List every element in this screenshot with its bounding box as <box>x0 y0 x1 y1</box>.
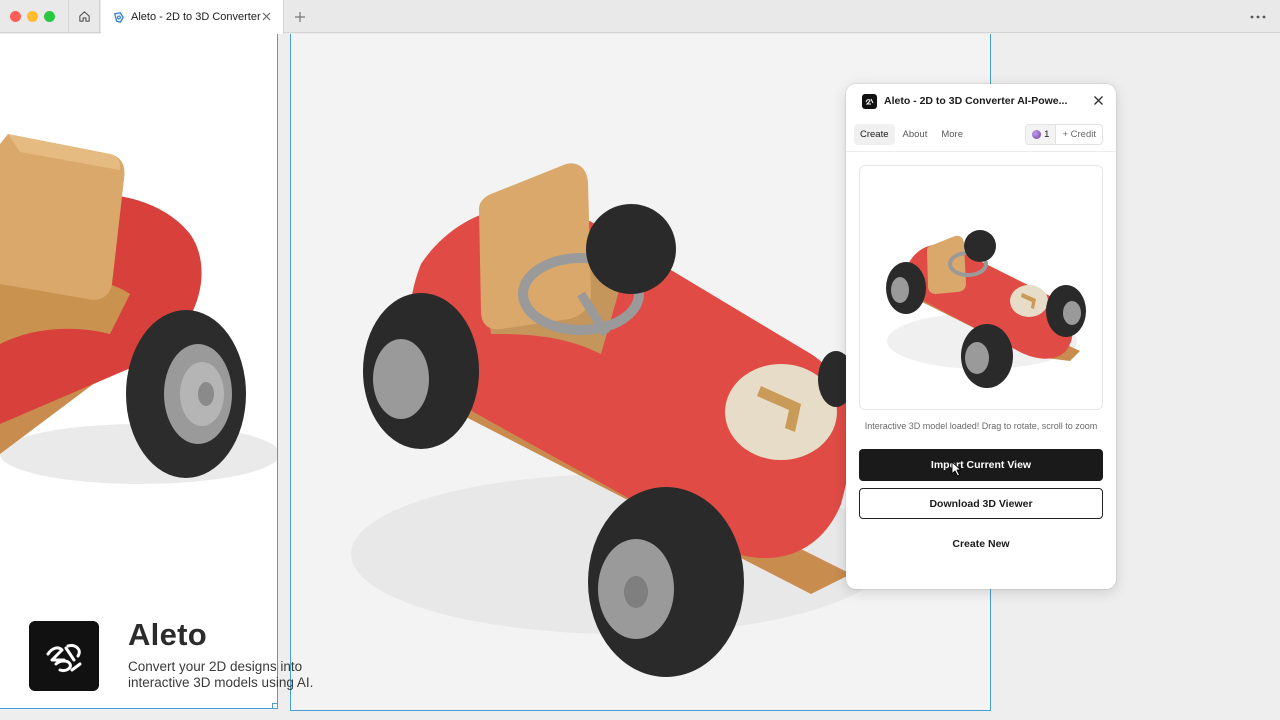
brand-name: Aleto <box>128 617 207 652</box>
race-car-3d-model <box>886 230 1086 388</box>
panel-tabs: Create About More <box>854 124 969 145</box>
download-3d-viewer-button[interactable]: Download 3D Viewer <box>859 488 1103 519</box>
plugin-panel: Aleto - 2D to 3D Converter AI-Powe... Cr… <box>846 84 1116 589</box>
plus-icon[interactable] <box>292 9 308 25</box>
minimize-window-button[interactable] <box>27 11 38 22</box>
more-menu-button[interactable] <box>1248 9 1268 25</box>
credit-orb-icon <box>1032 130 1042 139</box>
browser-tab[interactable]: Aleto - 2D to 3D Converter <box>101 0 284 34</box>
status-message: Interactive 3D model loaded! Drag to rot… <box>864 421 1098 431</box>
brand-tagline: Convert your 2D designs into interactive… <box>128 659 314 690</box>
brand-logo <box>29 621 99 691</box>
maximize-window-button[interactable] <box>44 11 55 22</box>
home-icon <box>78 11 90 22</box>
tab-create[interactable]: Create <box>854 124 895 145</box>
panel-header[interactable]: Aleto - 2D to 3D Converter AI-Powe... <box>846 84 1116 118</box>
browser-titlebar: Aleto - 2D to 3D Converter <box>0 0 1280 34</box>
mouse-cursor-icon <box>951 461 962 477</box>
home-button[interactable] <box>68 0 100 33</box>
more-horizontal-icon <box>1250 15 1266 19</box>
resize-handle[interactable] <box>272 703 277 708</box>
credit-count: 1 <box>1026 125 1057 144</box>
tab-more[interactable]: More <box>935 124 969 145</box>
plugin-logo-icon <box>862 93 877 109</box>
import-current-view-button[interactable]: Import Current View <box>859 449 1103 481</box>
3d-model-preview[interactable] <box>859 165 1103 410</box>
2d-3d-logo-icon <box>46 644 82 672</box>
create-new-button[interactable]: Create New <box>859 530 1103 558</box>
credit-widget: 1 + Credit <box>1025 124 1103 145</box>
close-window-button[interactable] <box>10 11 21 22</box>
credit-count-value: 1 <box>1044 129 1050 140</box>
add-credit-button[interactable]: + Credit <box>1056 125 1102 144</box>
close-icon[interactable] <box>260 10 273 23</box>
shield-icon <box>114 11 124 23</box>
panel-divider <box>846 151 1116 152</box>
car-closeup-image <box>0 134 277 484</box>
panel-title: Aleto - 2D to 3D Converter AI-Powe... <box>884 95 1068 107</box>
artboard-left[interactable] <box>0 34 278 709</box>
close-icon[interactable] <box>1092 94 1105 107</box>
tab-about[interactable]: About <box>897 124 934 145</box>
tab-title: Aleto - 2D to 3D Converter <box>131 11 261 23</box>
